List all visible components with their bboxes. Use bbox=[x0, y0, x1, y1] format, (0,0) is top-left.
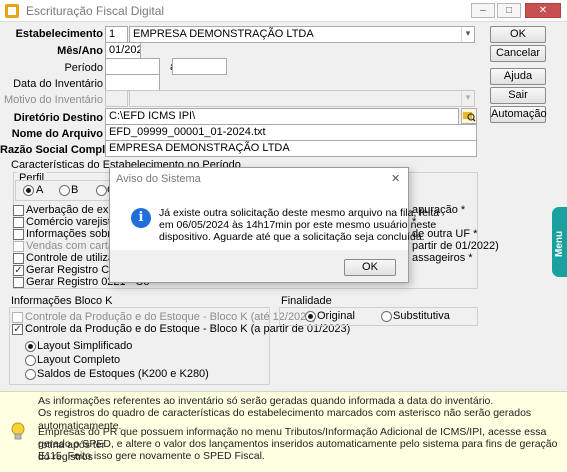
motivo-inventario-select: ▾ bbox=[129, 90, 475, 107]
cancelar-button[interactable]: Cancelar bbox=[490, 45, 546, 62]
aviso-dialog: Aviso do Sistema ✕ i Já existe outra sol… bbox=[109, 167, 439, 283]
close-button[interactable]: ✕ bbox=[525, 3, 561, 18]
substitutiva-radio[interactable] bbox=[381, 311, 392, 322]
razao-social-input[interactable]: EMPRESA DEMONSTRAÇÃO LTDA bbox=[105, 140, 477, 157]
estabelecimento-label: Estabelecimento bbox=[15, 28, 103, 40]
title-bar: Escrituração Fiscal Digital – □ ✕ bbox=[0, 0, 567, 22]
motivo-inventario-label: Motivo do Inventário bbox=[3, 94, 103, 106]
info-paragraph-line-3: E115. Feito isso gere novamente o SPED F… bbox=[38, 450, 265, 462]
sair-button[interactable]: Sair bbox=[490, 87, 546, 104]
motivo-inventario-code-input bbox=[105, 90, 128, 107]
layout-simplificado-label: Layout Simplificado bbox=[37, 340, 133, 352]
bloco-k-ate-2022-checkbox bbox=[12, 312, 23, 323]
estabelecimento-select[interactable]: EMPRESA DEMONSTRAÇÃO LTDA ▾ bbox=[129, 26, 475, 43]
perfil-b-label: B bbox=[71, 184, 79, 196]
gerar-c191-checkbox[interactable]: ✓ bbox=[13, 265, 24, 276]
passageiros-label: assageiros * bbox=[412, 252, 473, 264]
original-label: Original bbox=[317, 310, 355, 322]
diretorio-input[interactable]: C:\EFD ICMS IPI\ bbox=[105, 108, 459, 125]
bloco-k-2023-checkbox[interactable]: ✓ bbox=[12, 324, 23, 335]
ok-button[interactable]: OK bbox=[490, 26, 546, 43]
nome-arquivo-label: Nome do Arquivo bbox=[11, 128, 103, 140]
side-menu-tab[interactable]: Menu bbox=[552, 207, 567, 277]
estabelecimento-name: EMPRESA DEMONSTRAÇÃO LTDA bbox=[133, 28, 314, 40]
mes-ano-label: Mês/Ano bbox=[57, 45, 103, 57]
periodo-label: Período bbox=[64, 62, 103, 74]
layout-completo-label: Layout Completo bbox=[37, 354, 121, 366]
perfil-a-radio[interactable] bbox=[23, 185, 34, 196]
layout-completo-radio[interactable] bbox=[25, 355, 36, 366]
informacoes-valor-checkbox[interactable] bbox=[13, 229, 24, 240]
nome-arquivo-input[interactable]: EFD_09999_00001_01-2024.txt bbox=[105, 124, 477, 141]
periodo-to-input[interactable] bbox=[172, 58, 227, 75]
side-menu-label: Menu bbox=[554, 230, 565, 257]
bloco-k-title: Informações Bloco K bbox=[9, 295, 115, 307]
substitutiva-label: Substitutiva bbox=[393, 310, 450, 322]
bloco-k-ate-2022-label: Controle da Produção e do Estoque - Bloc… bbox=[25, 311, 317, 323]
finalidade-title: Finalidade bbox=[279, 295, 334, 307]
info-icon: i bbox=[131, 208, 151, 228]
comercio-varejista-checkbox[interactable] bbox=[13, 217, 24, 228]
chevron-down-icon: ▾ bbox=[461, 91, 474, 106]
dialog-title: Aviso do Sistema bbox=[116, 173, 201, 185]
minimize-button[interactable]: – bbox=[471, 3, 495, 18]
mes-ano-input[interactable]: 01/2024 bbox=[105, 42, 141, 59]
saldos-estoques-label: Saldos de Estoques (K200 e K280) bbox=[37, 368, 209, 380]
chevron-down-icon[interactable]: ▾ bbox=[461, 27, 474, 42]
layout-simplificado-radio[interactable] bbox=[25, 341, 36, 352]
averbacao-checkbox[interactable] bbox=[13, 205, 24, 216]
folder-search-icon bbox=[463, 112, 476, 122]
dialog-message-line-1: Já existe outra solicitação deste mesmo … bbox=[159, 207, 440, 219]
perfil-a-label: A bbox=[36, 184, 44, 196]
automacao-button[interactable]: Automação bbox=[490, 106, 547, 123]
controle-utilizacao-checkbox[interactable] bbox=[13, 253, 24, 264]
dialog-body: i Já existe outra solicitação deste mesm… bbox=[110, 190, 439, 259]
info-panel: As informações referentes ao inventário … bbox=[0, 391, 567, 472]
folder-search-button[interactable] bbox=[461, 108, 477, 124]
estabelecimento-code-input[interactable]: 1 bbox=[105, 26, 128, 43]
original-radio[interactable] bbox=[305, 311, 316, 322]
periodo-from-input[interactable] bbox=[105, 58, 160, 75]
window-title: Escrituração Fiscal Digital bbox=[26, 4, 165, 18]
perfil-b-radio[interactable] bbox=[59, 185, 70, 196]
dialog-message-line-2: em 06/05/2024 às 14h17min por este mesmo… bbox=[159, 219, 437, 231]
vendas-cartao-checkbox bbox=[13, 241, 24, 252]
app-icon bbox=[5, 4, 19, 18]
data-inventario-input[interactable] bbox=[105, 74, 160, 91]
dialog-title-bar: Aviso do Sistema ✕ bbox=[110, 168, 408, 190]
lightbulb-icon bbox=[11, 422, 25, 440]
diretorio-label: Diretório Destino bbox=[13, 112, 103, 124]
dialog-message-line-3: dispositivo. Aguarde até que a solicitaç… bbox=[159, 231, 425, 243]
maximize-button[interactable]: □ bbox=[497, 3, 521, 18]
info-line-1: As informações referentes ao inventário … bbox=[38, 395, 494, 407]
perfil-c-radio[interactable] bbox=[96, 185, 107, 196]
gerar-0221-checkbox[interactable] bbox=[13, 277, 24, 288]
dialog-footer: OK bbox=[110, 250, 408, 282]
saldos-estoques-radio[interactable] bbox=[25, 369, 36, 380]
dialog-close-button[interactable]: ✕ bbox=[391, 172, 400, 185]
dialog-ok-button[interactable]: OK bbox=[344, 259, 396, 276]
razao-social-label: Razão Social Completa bbox=[0, 144, 122, 156]
data-inventario-label: Data do Inventário bbox=[13, 78, 103, 90]
ajuda-button[interactable]: Ajuda bbox=[490, 68, 546, 85]
partir-2022-label: partir de 01/2022) bbox=[412, 240, 499, 252]
